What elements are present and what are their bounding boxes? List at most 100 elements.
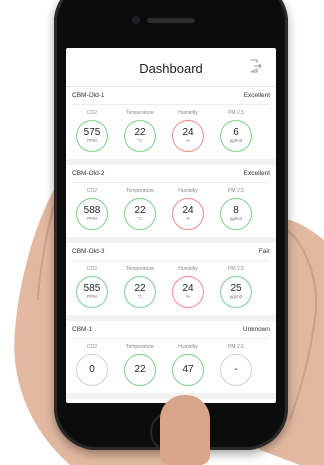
- metric-gauge: 575 PPM: [76, 120, 108, 152]
- metrics-row: CO2 575 PPM Temperature 22 °C Humidity 24% PM 2.…: [72, 105, 270, 159]
- metric-value: 585: [83, 283, 101, 294]
- metric-value: -: [234, 364, 238, 375]
- metric-unit: %: [185, 294, 190, 299]
- metric-gauge: 8 µg/m3: [220, 198, 252, 230]
- metric-label: Temperature: [125, 188, 155, 194]
- metric-item: Temperature 22: [120, 344, 160, 386]
- metric-gauge: -: [220, 354, 252, 386]
- device-name: CBM-Old-2: [72, 170, 105, 177]
- metric-item: CO2 585 PPM: [72, 266, 112, 308]
- metric-label: Temperature: [125, 266, 155, 272]
- device-card[interactable]: CBM-Old-2 Excellent CO2 588 PPM Temperature 22…: [66, 165, 276, 243]
- metric-value: 24: [182, 283, 194, 294]
- metric-item: PM 2.5 8 µg/m3: [216, 188, 256, 230]
- metric-gauge: 22: [124, 354, 156, 386]
- metric-value: 22: [134, 364, 146, 375]
- metric-item: Humidity 24%: [168, 188, 208, 230]
- metric-unit: PPM: [87, 216, 97, 221]
- device-name: CBM-Old-3: [72, 248, 105, 255]
- metric-value: 47: [182, 364, 194, 375]
- app-screen: Dashboard CBM-Old-1 Excellent CO2 575 PPM Tem…: [66, 48, 276, 403]
- page-title: Dashboard: [139, 61, 203, 76]
- metric-gauge: 6 µg/m3: [220, 120, 252, 152]
- metric-item: Humidity 47: [168, 344, 208, 386]
- metric-value: 24: [182, 205, 194, 216]
- metric-label: Temperature: [125, 110, 155, 116]
- device-header: CBM-1 Unknown: [72, 321, 270, 339]
- metric-unit: µg/m3: [229, 216, 243, 221]
- metric-item: Temperature 22 °C: [120, 188, 160, 230]
- device-list: CBM-Old-1 Excellent CO2 575 PPM Temperature 22…: [66, 87, 276, 399]
- metric-value: 25: [230, 283, 242, 294]
- metric-label: PM 2.5: [228, 110, 244, 116]
- metric-gauge: 588 PPM: [76, 198, 108, 230]
- metric-label: Humidity: [178, 266, 198, 272]
- metric-gauge: 22 °C: [124, 276, 156, 308]
- metric-label: CO2: [86, 110, 98, 116]
- metric-item: Temperature 22 °C: [120, 266, 160, 308]
- app-header: Dashboard: [66, 48, 276, 87]
- metric-unit: %: [185, 138, 190, 143]
- metric-item: PM 2.5 -: [216, 344, 256, 386]
- metric-gauge: 22 °C: [124, 120, 156, 152]
- metric-unit: PPM: [87, 294, 97, 299]
- metric-item: CO2 0: [72, 344, 112, 386]
- metrics-row: CO2 588 PPM Temperature 22 °C Humidity 24% PM 2.…: [72, 183, 270, 237]
- metric-unit: °C: [137, 216, 143, 221]
- metric-unit: %: [185, 216, 190, 221]
- metric-label: PM 2.5: [228, 266, 244, 272]
- metric-item: CO2 588 PPM: [72, 188, 112, 230]
- metric-value: 22: [134, 127, 146, 138]
- metric-label: CO2: [86, 344, 98, 350]
- metric-unit: µg/m3: [229, 294, 243, 299]
- speaker-grille: [147, 18, 195, 23]
- metric-gauge: 24%: [172, 198, 204, 230]
- metric-item: Humidity 24%: [168, 110, 208, 152]
- metric-label: PM 2.5: [228, 188, 244, 194]
- device-card[interactable]: CBM-1 Unknown CO2 0 Temperature 22 Humidity 47 P…: [66, 321, 276, 399]
- metric-label: CO2: [86, 266, 98, 272]
- metric-unit: PPM: [87, 138, 97, 143]
- device-name: CBM-1: [72, 326, 93, 333]
- metric-label: Temperature: [125, 344, 155, 350]
- device-name: CBM-Old-1: [72, 92, 105, 99]
- metric-label: Humidity: [178, 344, 198, 350]
- metric-gauge: 585 PPM: [76, 276, 108, 308]
- metric-gauge: 47: [172, 354, 204, 386]
- metric-item: Temperature 22 °C: [120, 110, 160, 152]
- metric-label: Humidity: [178, 188, 198, 194]
- metric-gauge: 0: [76, 354, 108, 386]
- metric-value: 575: [83, 127, 101, 138]
- metric-gauge: 22 °C: [124, 198, 156, 230]
- device-card[interactable]: CBM-Old-1 Excellent CO2 575 PPM Temperature 22…: [66, 87, 276, 165]
- metric-item: PM 2.5 25 µg/m3: [216, 266, 256, 308]
- metric-gauge: 24%: [172, 120, 204, 152]
- device-status: Fair: [258, 248, 270, 255]
- metric-item: PM 2.5 6 µg/m3: [216, 110, 256, 152]
- camera-icon: [132, 16, 140, 24]
- device-header: CBM-Old-3 Fair: [72, 243, 270, 261]
- metric-value: 6: [233, 127, 239, 138]
- logout-icon[interactable]: [248, 59, 262, 73]
- metric-value: 22: [134, 283, 146, 294]
- device-header: CBM-Old-1 Excellent: [72, 87, 270, 105]
- metric-gauge: 24%: [172, 276, 204, 308]
- device-status: Excellent: [243, 92, 270, 99]
- metric-unit: µg/m3: [229, 138, 243, 143]
- metric-value: 0: [89, 364, 95, 375]
- metric-unit: °C: [137, 294, 143, 299]
- device-card[interactable]: CBM-Old-3 Fair CO2 585 PPM Temperature 22 °C Hum…: [66, 243, 276, 321]
- metrics-row: CO2 0 Temperature 22 Humidity 47 PM 2.5 -: [72, 339, 270, 393]
- metric-item: Humidity 24%: [168, 266, 208, 308]
- metric-gauge: 25 µg/m3: [220, 276, 252, 308]
- metric-value: 588: [83, 205, 101, 216]
- metric-unit: °C: [137, 138, 143, 143]
- metric-label: CO2: [86, 188, 98, 194]
- metric-value: 22: [134, 205, 146, 216]
- metric-value: 24: [182, 127, 194, 138]
- phone-frame: Dashboard CBM-Old-1 Excellent CO2 575 PPM Tem…: [54, 0, 288, 452]
- metrics-row: CO2 585 PPM Temperature 22 °C Humidity 24% PM 2.…: [72, 261, 270, 315]
- metric-label: PM 2.5: [228, 344, 244, 350]
- device-status: Excellent: [243, 170, 270, 177]
- metric-label: Humidity: [178, 110, 198, 116]
